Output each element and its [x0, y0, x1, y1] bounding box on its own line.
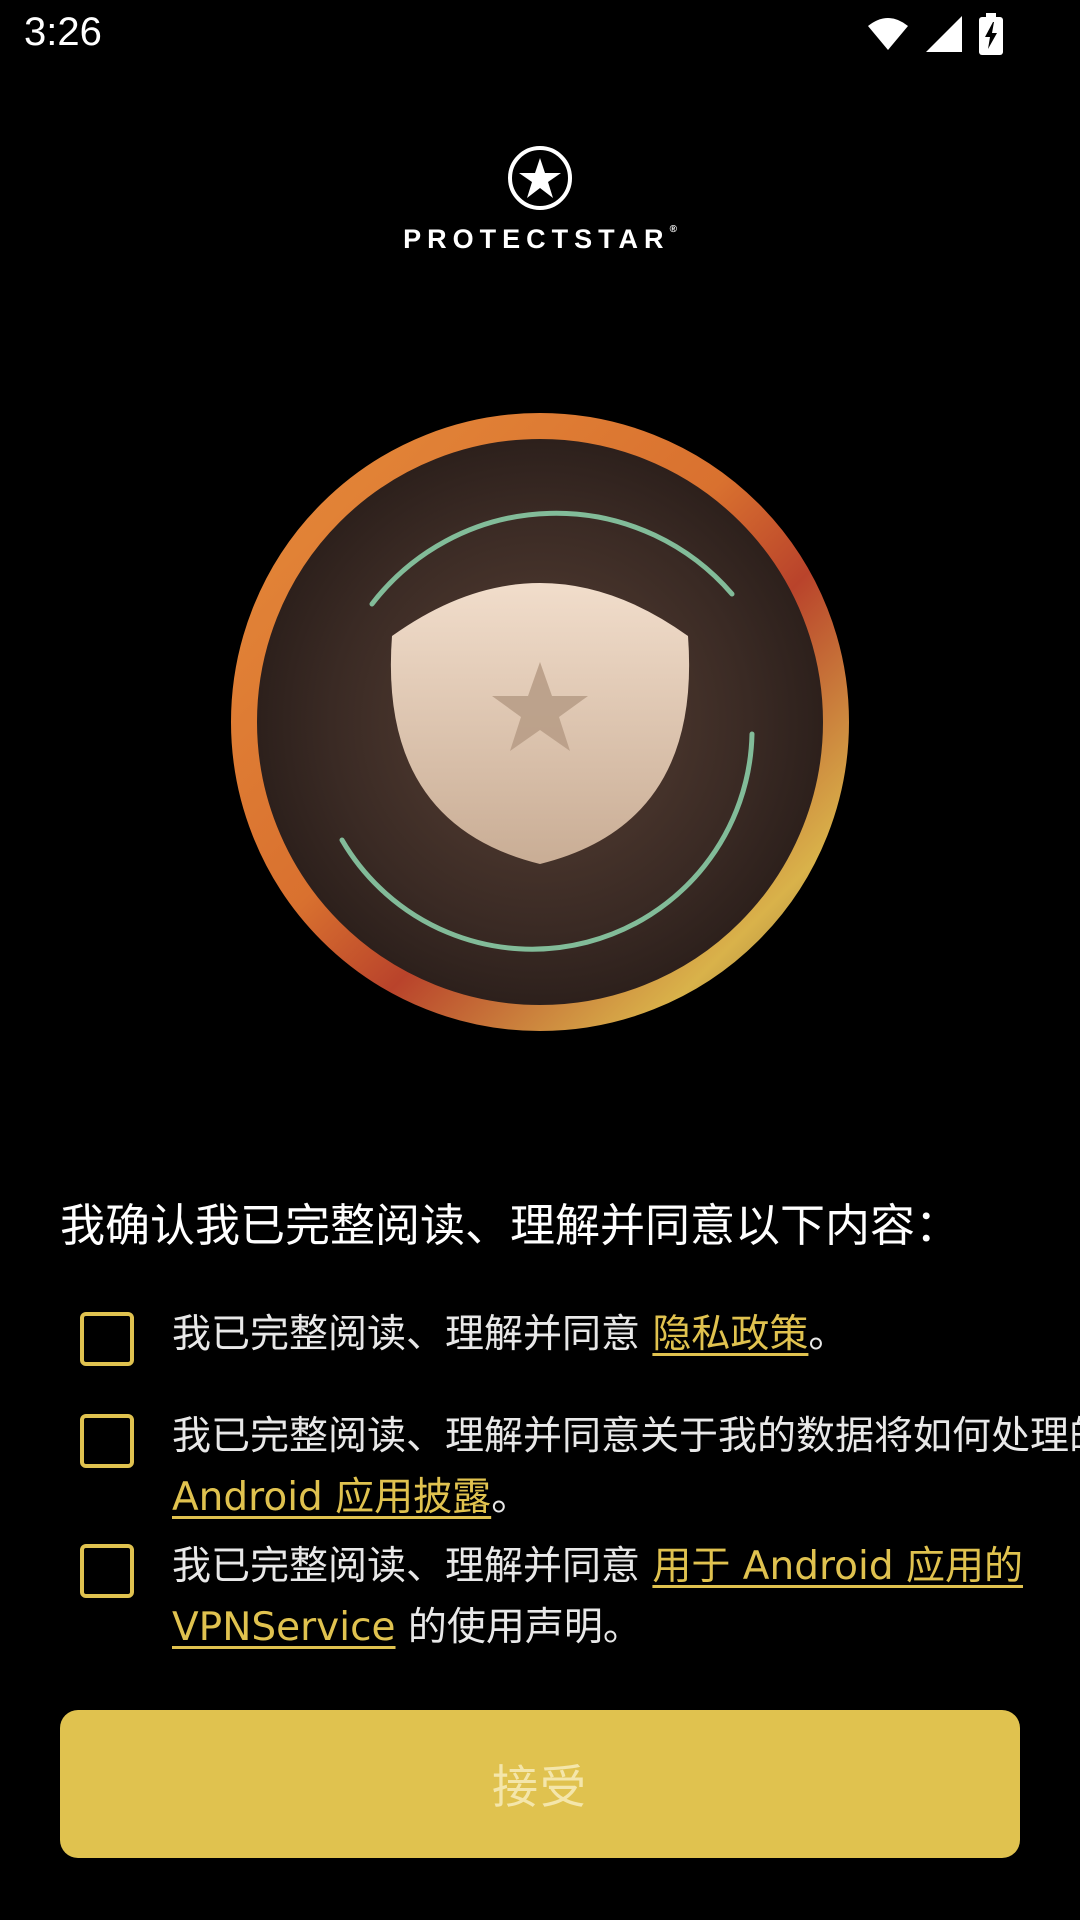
status-bar: 3:26 — [0, 0, 1080, 72]
consent-text: 我已完整阅读、理解并同意 用于 Android 应用的 VPNService 的… — [172, 1544, 1023, 1650]
star-circle-logo-icon — [506, 144, 574, 216]
accept-button-label: 接受 — [492, 1760, 588, 1814]
accept-button[interactable]: 接受 — [60, 1710, 1020, 1858]
consent-text: 我已完整阅读、理解并同意 隐私政策。 — [172, 1312, 848, 1357]
vpnservice-checkbox[interactable] — [80, 1544, 134, 1598]
shield-star-emblem — [222, 404, 858, 1040]
privacy-policy-checkbox[interactable] — [80, 1312, 134, 1366]
cellular-signal-icon — [924, 14, 964, 58]
consent-android-disclosure: 我已完整阅读、理解并同意关于我的数据将如何处理的 Android 应用披露。 — [80, 1406, 1080, 1530]
consent-privacy-policy: 我已完整阅读、理解并同意 隐私政策。 — [80, 1304, 1020, 1366]
consent-text: 我已完整阅读、理解并同意关于我的数据将如何处理的 Android 应用披露。 — [172, 1414, 1080, 1520]
consent-headline: 我确认我已完整阅读、理解并同意以下内容： — [60, 1199, 961, 1252]
android-disclosure-link[interactable]: Android 应用披露 — [172, 1475, 491, 1520]
status-time: 3:26 — [24, 10, 102, 54]
brand-name: PROTECTSTAR® — [403, 224, 677, 254]
privacy-policy-link[interactable]: 隐私政策 — [652, 1312, 808, 1357]
consent-vpnservice: 我已完整阅读、理解并同意 用于 Android 应用的 VPNService 的… — [80, 1536, 1023, 1660]
wifi-icon — [866, 16, 910, 56]
android-disclosure-checkbox[interactable] — [80, 1414, 134, 1468]
battery-charging-icon — [978, 13, 1004, 59]
status-icons — [866, 13, 1004, 59]
brand-logo: PROTECTSTAR® — [0, 144, 1080, 255]
